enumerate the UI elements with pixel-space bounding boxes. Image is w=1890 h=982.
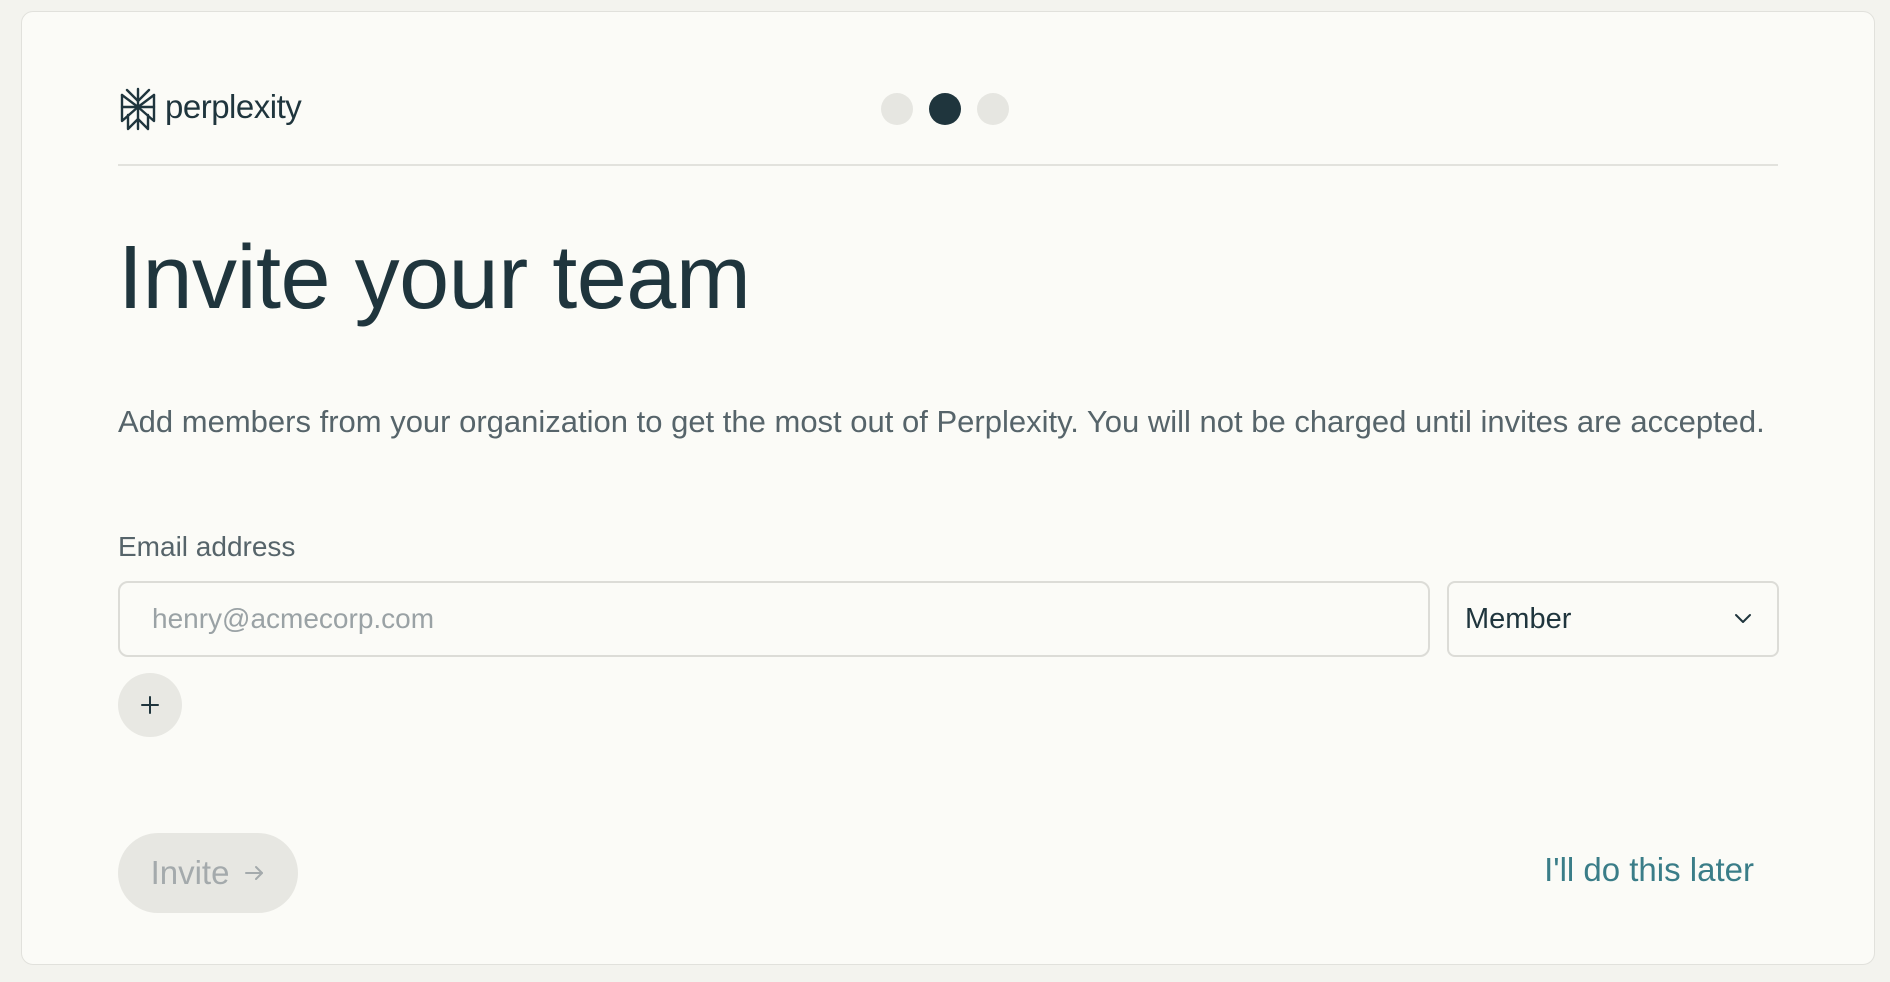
role-select[interactable]: Member [1447, 581, 1779, 657]
perplexity-logo-icon [120, 87, 156, 131]
brand-logo: perplexity [118, 87, 302, 131]
chevron-down-icon [1735, 614, 1751, 623]
step-3-dot [977, 93, 1009, 125]
header: perplexity [118, 72, 1778, 166]
step-2-dot-active [929, 93, 961, 125]
email-input[interactable] [118, 581, 1430, 657]
skip-later-link[interactable]: I'll do this later [1544, 850, 1754, 890]
page-title: Invite your team [118, 228, 751, 328]
email-label: Email address [118, 531, 296, 562]
step-1-dot [881, 93, 913, 125]
arrow-right-icon [245, 866, 264, 880]
add-email-button[interactable] [118, 673, 182, 737]
page-description: Add members from your organization to ge… [118, 404, 1765, 439]
brand-name: perplexity [165, 87, 302, 125]
invite-team-card: perplexity Invite your team Add members … [21, 11, 1875, 965]
invite-button[interactable]: Invite [118, 833, 298, 913]
plus-icon [141, 696, 159, 714]
invite-button-label: Invite [150, 854, 230, 891]
role-select-value: Member [1465, 602, 1572, 635]
